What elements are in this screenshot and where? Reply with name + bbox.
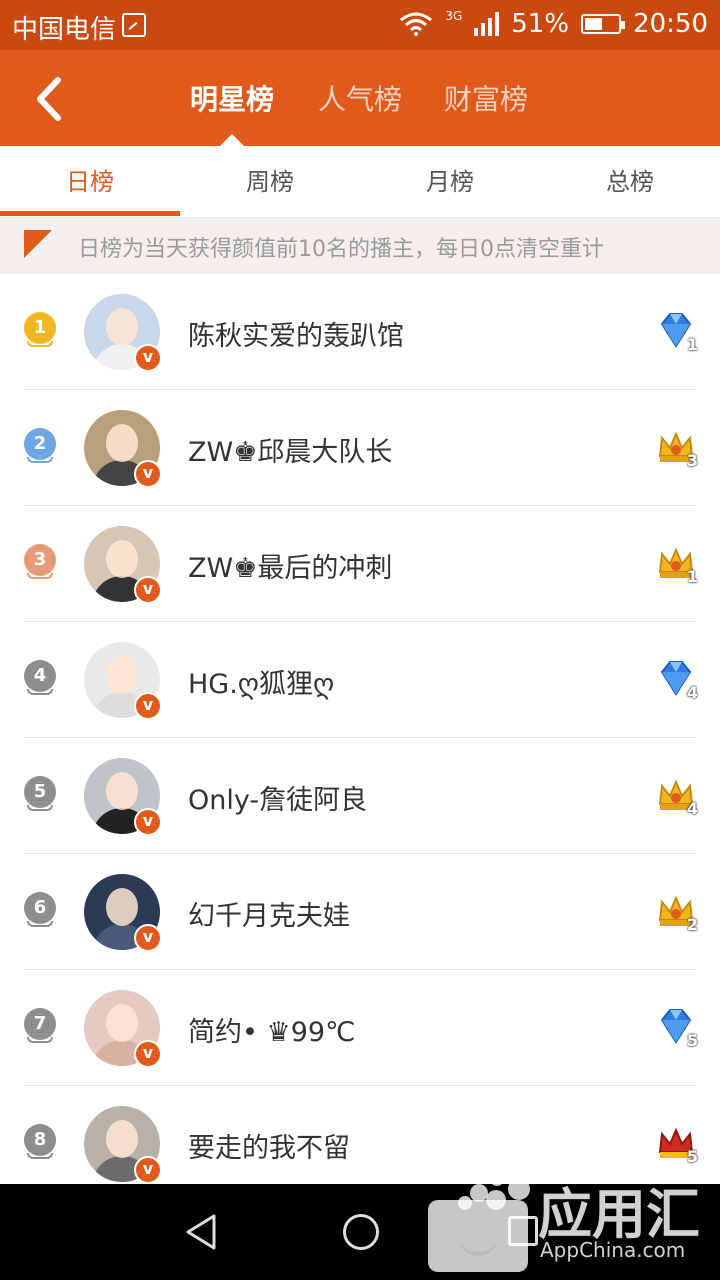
nav-home-icon[interactable] [343, 1214, 379, 1250]
streamer-name: 幻千月克夫娃 [188, 901, 350, 932]
diamond-icon: 1 [656, 310, 698, 354]
ranking-type-tabs: 明星榜 人气榜 财富榜 [0, 78, 720, 128]
period-tabs: 日榜 周榜 月榜 总榜 [0, 146, 720, 218]
clock: 20:50 [633, 9, 708, 39]
streamer-name: Only-詹徒阿良 [188, 785, 368, 816]
crown-icon: 1 [656, 542, 698, 586]
nav-recent-apps-icon[interactable] [508, 1216, 538, 1246]
carrier-label: 中国电信 [12, 15, 117, 45]
rank-number: 4 [24, 660, 56, 692]
tab-daily[interactable]: 日榜 [0, 146, 180, 218]
sim-icon [122, 13, 146, 37]
list-item[interactable]: 1 v 陈秋实爱的轰趴馆 1 [0, 274, 720, 390]
ranking-list: 1 v 陈秋实爱的轰趴馆 1 2 v ZW♚邱晨大队长 3 3 v ZW♚最后的冲刺 1 4 v HG.ღ狐… [0, 274, 720, 1202]
rank-number: 2 [24, 428, 56, 460]
rank-medal-icon: 7 [24, 1008, 56, 1048]
verified-icon: v [134, 344, 162, 372]
verified-icon: v [134, 692, 162, 720]
badge-level: 1 [686, 567, 698, 586]
badge-level: 5 [686, 1147, 698, 1166]
battery-icon [581, 14, 626, 34]
nav-back-icon[interactable] [182, 1212, 222, 1252]
flag-icon [24, 230, 52, 258]
list-item[interactable]: 4 v HG.ღ狐狸ღ 4 [0, 622, 720, 738]
list-item[interactable]: 7 v 简约• ♛99℃ 5 [0, 970, 720, 1086]
header-bar: 中国电信 3G 51% 20:50 明星榜 人气榜 财富榜 [0, 0, 720, 146]
wifi-icon [399, 12, 433, 36]
diamond-icon: 5 [656, 1006, 698, 1050]
badge-level: 3 [686, 451, 698, 470]
crown-icon: 2 [656, 890, 698, 934]
red-crown-icon: 5 [656, 1122, 698, 1166]
streamer-name: 陈秋实爱的轰趴馆 [188, 321, 404, 352]
rank-number: 1 [24, 312, 56, 344]
streamer-name: 要走的我不留 [188, 1133, 350, 1164]
list-item[interactable]: 5 v Only-詹徒阿良 4 [0, 738, 720, 854]
notice-banner: 日榜为当天获得颜值前10名的播主，每日0点清空重计 [0, 218, 720, 274]
system-nav-bar [0, 1184, 720, 1280]
verified-icon: v [134, 576, 162, 604]
battery-percent: 51% [511, 9, 570, 39]
list-item[interactable]: 3 v ZW♚最后的冲刺 1 [0, 506, 720, 622]
rank-medal-icon: 4 [24, 660, 56, 700]
badge-level: 4 [686, 799, 698, 818]
rank-medal-icon: 1 [24, 312, 56, 352]
badge-level: 4 [686, 683, 698, 702]
network-type: 3G [445, 9, 463, 23]
rank-number: 8 [24, 1124, 56, 1156]
crown-icon: 3 [656, 426, 698, 470]
badge-level: 1 [686, 335, 698, 354]
rank-number: 7 [24, 1008, 56, 1040]
period-tab-underline [0, 211, 180, 216]
rank-medal-icon: 2 [24, 428, 56, 468]
notice-text: 日榜为当天获得颜值前10名的播主，每日0点清空重计 [78, 237, 604, 262]
list-item[interactable]: 2 v ZW♚邱晨大队长 3 [0, 390, 720, 506]
verified-icon: v [134, 924, 162, 952]
streamer-name: HG.ღ狐狸ღ [188, 669, 335, 700]
rank-medal-icon: 6 [24, 892, 56, 932]
rank-medal-icon: 8 [24, 1124, 56, 1164]
tab-popularity-ranking[interactable]: 人气榜 [318, 78, 402, 118]
list-item[interactable]: 6 v 幻千月克夫娃 2 [0, 854, 720, 970]
tab-weekly[interactable]: 周榜 [180, 146, 360, 218]
verified-icon: v [134, 808, 162, 836]
rank-medal-icon: 5 [24, 776, 56, 816]
verified-icon: v [134, 1040, 162, 1068]
tab-monthly[interactable]: 月榜 [360, 146, 540, 218]
tab-total[interactable]: 总榜 [540, 146, 720, 218]
tab-star-ranking[interactable]: 明星榜 [190, 78, 274, 118]
verified-icon: v [134, 460, 162, 488]
signal-icon [474, 12, 500, 36]
streamer-name: 简约• ♛99℃ [188, 1017, 356, 1048]
verified-icon: v [134, 1156, 162, 1184]
streamer-name: ZW♚最后的冲刺 [188, 553, 393, 584]
rank-number: 6 [24, 892, 56, 924]
rank-number: 3 [24, 544, 56, 576]
rank-medal-icon: 3 [24, 544, 56, 584]
rank-number: 5 [24, 776, 56, 808]
diamond-icon: 4 [656, 658, 698, 702]
active-tab-indicator [220, 134, 244, 146]
crown-icon: 4 [656, 774, 698, 818]
status-bar: 中国电信 3G 51% 20:50 [0, 0, 720, 50]
tab-wealth-ranking[interactable]: 财富榜 [444, 78, 528, 118]
streamer-name: ZW♚邱晨大队长 [188, 437, 393, 468]
badge-level: 5 [686, 1031, 698, 1050]
badge-level: 2 [686, 915, 698, 934]
